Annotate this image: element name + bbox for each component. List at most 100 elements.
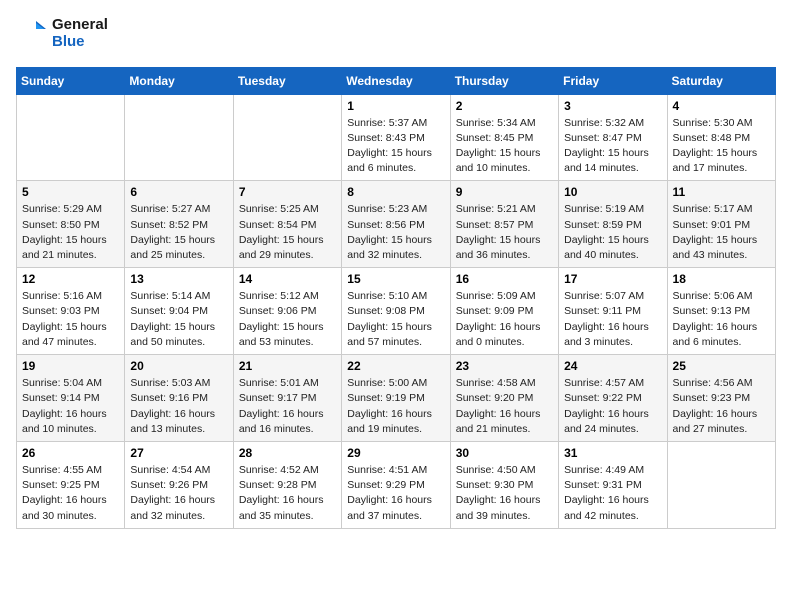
day-info: Sunrise: 5:06 AM Sunset: 9:13 PM Dayligh… [673, 289, 770, 350]
week-row-5: 26 Sunrise: 4:55 AM Sunset: 9:25 PM Dayli… [17, 442, 776, 529]
calendar-cell: 7 Sunrise: 5:25 AM Sunset: 8:54 PM Daylig… [233, 181, 341, 268]
calendar-cell: 28 Sunrise: 4:52 AM Sunset: 9:28 PM Dayli… [233, 442, 341, 529]
day-number: 31 [564, 446, 661, 460]
day-info: Sunrise: 5:12 AM Sunset: 9:06 PM Dayligh… [239, 289, 336, 350]
day-info: Sunrise: 4:56 AM Sunset: 9:23 PM Dayligh… [673, 376, 770, 437]
day-number: 19 [22, 359, 119, 373]
day-info: Sunrise: 5:32 AM Sunset: 8:47 PM Dayligh… [564, 116, 661, 177]
day-number: 8 [347, 185, 444, 199]
day-number: 22 [347, 359, 444, 373]
weekday-header-row: SundayMondayTuesdayWednesdayThursdayFrid… [17, 67, 776, 94]
day-number: 28 [239, 446, 336, 460]
day-number: 7 [239, 185, 336, 199]
calendar-cell [667, 442, 775, 529]
calendar-cell: 9Sunrise: 5:21 AM Sunset: 8:57 PM Daylig… [450, 181, 558, 268]
calendar-cell [17, 94, 125, 181]
day-info: Sunrise: 5:01 AM Sunset: 9:17 PM Dayligh… [239, 376, 336, 437]
weekday-saturday: Saturday [667, 67, 775, 94]
day-number: 10 [564, 185, 661, 199]
day-number: 12 [22, 272, 119, 286]
day-number: 23 [456, 359, 553, 373]
logo: General Blue [16, 16, 108, 51]
week-row-3: 12Sunrise: 5:16 AM Sunset: 9:03 PM Dayli… [17, 268, 776, 355]
day-number: 27 [130, 446, 227, 460]
calendar-cell [125, 94, 233, 181]
day-number: 15 [347, 272, 444, 286]
calendar-cell: 24 Sunrise: 4:57 AM Sunset: 9:22 PM Dayli… [559, 355, 667, 442]
calendar-cell: 13 Sunrise: 5:14 AM Sunset: 9:04 PM Dayli… [125, 268, 233, 355]
day-info: Sunrise: 4:49 AM Sunset: 9:31 PM Dayligh… [564, 463, 661, 524]
day-number: 16 [456, 272, 553, 286]
day-info: Sunrise: 5:19 AM Sunset: 8:59 PM Dayligh… [564, 202, 661, 263]
weekday-thursday: Thursday [450, 67, 558, 94]
calendar-cell: 27 Sunrise: 4:54 AM Sunset: 9:26 PM Dayli… [125, 442, 233, 529]
day-info: Sunrise: 5:17 AM Sunset: 9:01 PM Dayligh… [673, 202, 770, 263]
calendar-cell: 25 Sunrise: 4:56 AM Sunset: 9:23 PM Dayli… [667, 355, 775, 442]
calendar-cell: 23 Sunrise: 4:58 AM Sunset: 9:20 PM Dayli… [450, 355, 558, 442]
day-number: 26 [22, 446, 119, 460]
calendar-cell: 1 Sunrise: 5:37 AM Sunset: 8:43 PM Daylig… [342, 94, 450, 181]
calendar-cell: 19 Sunrise: 5:04 AM Sunset: 9:14 PM Dayli… [17, 355, 125, 442]
calendar-cell: 8Sunrise: 5:23 AM Sunset: 8:56 PM Daylig… [342, 181, 450, 268]
day-info: Sunrise: 4:57 AM Sunset: 9:22 PM Dayligh… [564, 376, 661, 437]
day-info: Sunrise: 5:21 AM Sunset: 8:57 PM Dayligh… [456, 202, 553, 263]
day-number: 3 [564, 99, 661, 113]
calendar-cell [233, 94, 341, 181]
calendar-cell: 16Sunrise: 5:09 AM Sunset: 9:09 PM Dayli… [450, 268, 558, 355]
day-info: Sunrise: 5:25 AM Sunset: 8:54 PM Dayligh… [239, 202, 336, 263]
logo-general: General [52, 16, 108, 33]
calendar-cell: 17Sunrise: 5:07 AM Sunset: 9:11 PM Dayli… [559, 268, 667, 355]
calendar-table: SundayMondayTuesdayWednesdayThursdayFrid… [16, 67, 776, 529]
page-header: General Blue [16, 16, 776, 51]
day-number: 29 [347, 446, 444, 460]
calendar-cell: 30Sunrise: 4:50 AM Sunset: 9:30 PM Dayli… [450, 442, 558, 529]
day-info: Sunrise: 4:51 AM Sunset: 9:29 PM Dayligh… [347, 463, 444, 524]
weekday-tuesday: Tuesday [233, 67, 341, 94]
day-number: 25 [673, 359, 770, 373]
logo-svg [16, 17, 48, 49]
day-number: 18 [673, 272, 770, 286]
calendar-cell: 29 Sunrise: 4:51 AM Sunset: 9:29 PM Dayli… [342, 442, 450, 529]
day-info: Sunrise: 5:34 AM Sunset: 8:45 PM Dayligh… [456, 116, 553, 177]
day-info: Sunrise: 5:37 AM Sunset: 8:43 PM Dayligh… [347, 116, 444, 177]
day-number: 14 [239, 272, 336, 286]
calendar-cell: 21 Sunrise: 5:01 AM Sunset: 9:17 PM Dayli… [233, 355, 341, 442]
day-number: 2 [456, 99, 553, 113]
day-number: 17 [564, 272, 661, 286]
calendar-cell: 15Sunrise: 5:10 AM Sunset: 9:08 PM Dayli… [342, 268, 450, 355]
day-info: Sunrise: 4:54 AM Sunset: 9:26 PM Dayligh… [130, 463, 227, 524]
calendar-cell: 31 Sunrise: 4:49 AM Sunset: 9:31 PM Dayli… [559, 442, 667, 529]
logo-blue: Blue [52, 33, 108, 50]
calendar-cell: 20 Sunrise: 5:03 AM Sunset: 9:16 PM Dayli… [125, 355, 233, 442]
day-info: Sunrise: 5:14 AM Sunset: 9:04 PM Dayligh… [130, 289, 227, 350]
day-info: Sunrise: 5:00 AM Sunset: 9:19 PM Dayligh… [347, 376, 444, 437]
calendar-cell: 11 Sunrise: 5:17 AM Sunset: 9:01 PM Dayli… [667, 181, 775, 268]
day-info: Sunrise: 4:55 AM Sunset: 9:25 PM Dayligh… [22, 463, 119, 524]
day-info: Sunrise: 5:03 AM Sunset: 9:16 PM Dayligh… [130, 376, 227, 437]
calendar-cell: 3 Sunrise: 5:32 AM Sunset: 8:47 PM Daylig… [559, 94, 667, 181]
day-number: 24 [564, 359, 661, 373]
day-info: Sunrise: 4:52 AM Sunset: 9:28 PM Dayligh… [239, 463, 336, 524]
calendar-cell: 4 Sunrise: 5:30 AM Sunset: 8:48 PM Daylig… [667, 94, 775, 181]
week-row-2: 5 Sunrise: 5:29 AM Sunset: 8:50 PM Daylig… [17, 181, 776, 268]
day-number: 1 [347, 99, 444, 113]
weekday-friday: Friday [559, 67, 667, 94]
week-row-4: 19 Sunrise: 5:04 AM Sunset: 9:14 PM Dayli… [17, 355, 776, 442]
day-info: Sunrise: 5:30 AM Sunset: 8:48 PM Dayligh… [673, 116, 770, 177]
day-number: 20 [130, 359, 227, 373]
day-info: Sunrise: 4:58 AM Sunset: 9:20 PM Dayligh… [456, 376, 553, 437]
day-info: Sunrise: 4:50 AM Sunset: 9:30 PM Dayligh… [456, 463, 553, 524]
weekday-wednesday: Wednesday [342, 67, 450, 94]
day-info: Sunrise: 5:27 AM Sunset: 8:52 PM Dayligh… [130, 202, 227, 263]
calendar-cell: 5 Sunrise: 5:29 AM Sunset: 8:50 PM Daylig… [17, 181, 125, 268]
calendar-cell: 14 Sunrise: 5:12 AM Sunset: 9:06 PM Dayli… [233, 268, 341, 355]
calendar-cell: 22 Sunrise: 5:00 AM Sunset: 9:19 PM Dayli… [342, 355, 450, 442]
day-number: 11 [673, 185, 770, 199]
day-info: Sunrise: 5:04 AM Sunset: 9:14 PM Dayligh… [22, 376, 119, 437]
day-number: 5 [22, 185, 119, 199]
day-number: 4 [673, 99, 770, 113]
day-number: 13 [130, 272, 227, 286]
day-number: 21 [239, 359, 336, 373]
calendar-cell: 2 Sunrise: 5:34 AM Sunset: 8:45 PM Daylig… [450, 94, 558, 181]
day-info: Sunrise: 5:29 AM Sunset: 8:50 PM Dayligh… [22, 202, 119, 263]
